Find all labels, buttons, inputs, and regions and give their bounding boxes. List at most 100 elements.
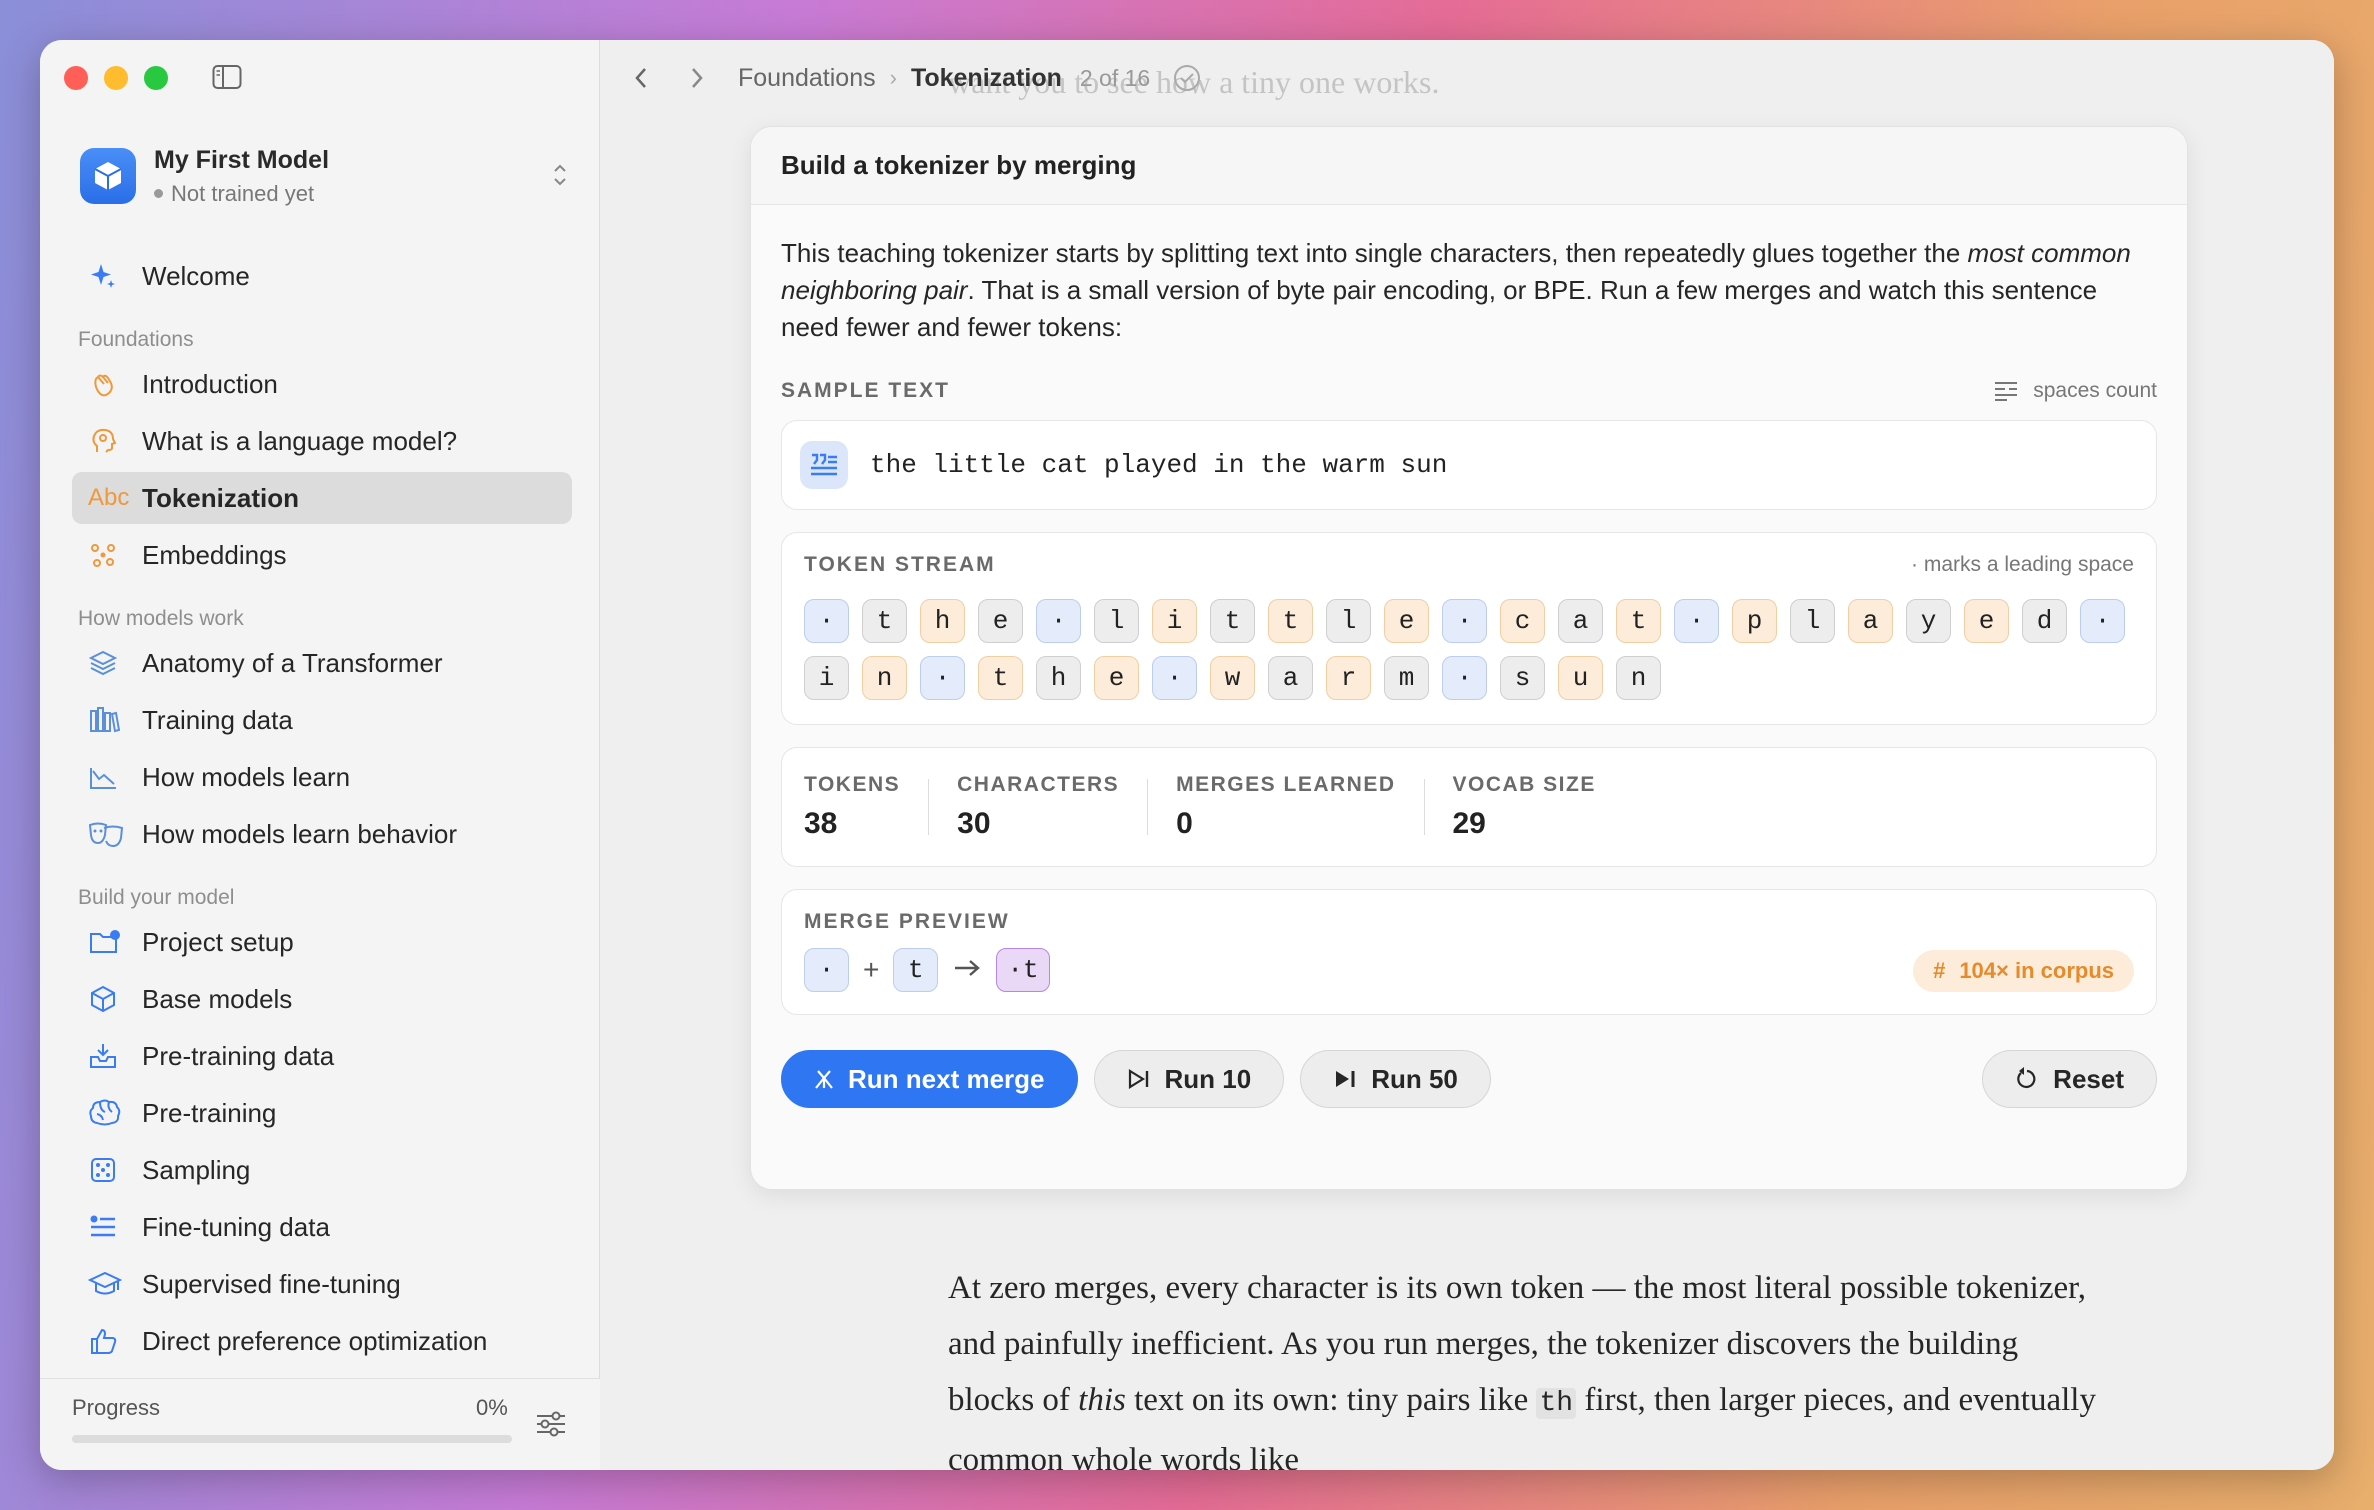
spaces-count-toggle[interactable]: spaces count [1993, 379, 2157, 403]
tray-download-icon [88, 1038, 128, 1074]
token-chip: c [1500, 599, 1545, 643]
hash-icon: # [1933, 958, 1946, 983]
sidebar-item-how-models-learn[interactable]: How models learn [72, 751, 572, 803]
intro-part: This teaching tokenizer starts by splitt… [781, 238, 1968, 268]
sidebar-nav: Welcome Foundations Introduction What is… [72, 250, 572, 1372]
token-chip: · [1152, 656, 1197, 700]
stats-panel: TOKENS 38 CHARACTERS 30 MERGES LEARNED 0 VO… [781, 747, 2157, 867]
token-stream-panel: TOKEN STREAM · marks a leading space · t h… [781, 532, 2157, 725]
token-chip: n [1616, 656, 1661, 700]
token-chip: h [1036, 656, 1081, 700]
stat-label: TOKENS [804, 773, 901, 796]
token-chip: l [1790, 599, 1835, 643]
cube-icon [80, 148, 136, 204]
token-stream-label: TOKEN STREAM [804, 553, 996, 576]
forward-button[interactable] [682, 63, 712, 93]
sidebar-item-supervised-fine-tuning[interactable]: Supervised fine-tuning [72, 1258, 572, 1310]
sidebar-item-tokenization[interactable]: Abc Tokenization [72, 472, 572, 524]
sidebar-item-label: Embeddings [142, 539, 287, 570]
sidebar-item-pre-training-data[interactable]: Pre-training data [72, 1030, 572, 1082]
sidebar-item-project-setup[interactable]: Project setup [72, 916, 572, 968]
sidebar-item-what-is-a-language-model[interactable]: What is a language model? [72, 415, 572, 467]
card-title: Build a tokenizer by merging [751, 127, 2187, 205]
section-label-foundations: Foundations [78, 328, 194, 351]
masks-icon [88, 816, 128, 852]
sidebar-toggle-icon[interactable] [212, 64, 242, 90]
token-chip: · [1442, 599, 1487, 643]
token-chip: e [1384, 599, 1429, 643]
token-chip: t [1210, 599, 1255, 643]
sidebar-item-training-data[interactable]: Training data [72, 694, 572, 746]
corpus-frequency-text: 104× in corpus [1959, 958, 2114, 983]
thumbs-up-icon [88, 1323, 128, 1359]
sidebar-item-how-models-learn-behavior[interactable]: How models learn behavior [72, 808, 572, 860]
close-window-button[interactable] [64, 66, 88, 90]
dice-icon [88, 1152, 128, 1188]
run-10-button[interactable]: Run 10 [1093, 1050, 1285, 1108]
inline-code: th [1536, 1388, 1577, 1419]
button-label: Run next merge [848, 1063, 1045, 1094]
sidebar-item-label: How models learn [142, 761, 351, 792]
project-status: Not trained yet [154, 181, 329, 207]
head-icon [88, 423, 128, 459]
books-icon [88, 702, 128, 738]
breadcrumb-parent[interactable]: Foundations [738, 64, 876, 93]
section-label-how-models-work: How models work [78, 607, 244, 630]
project-name: My First Model [154, 145, 330, 174]
stat-merges-learned: MERGES LEARNED 0 [1176, 773, 1395, 841]
token-chip: h [920, 599, 965, 643]
sidebar-item-label: Supervised fine-tuning [142, 1268, 401, 1299]
sidebar-item-direct-preference-optimization[interactable]: Direct preference optimization [72, 1315, 572, 1367]
token-stream-hint: · marks a leading space [1911, 553, 2134, 576]
intro-text: This teaching tokenizer starts by splitt… [781, 235, 2157, 346]
back-button[interactable] [626, 63, 656, 93]
sidebar-item-label: Training data [142, 704, 293, 735]
run-50-button[interactable]: Run 50 [1300, 1050, 1491, 1108]
sidebar-item-label: What is a language model? [142, 425, 458, 456]
token-chip: · [2080, 599, 2125, 643]
token-chip: d [2022, 599, 2067, 643]
minimize-window-button[interactable] [104, 66, 128, 90]
sample-text-field[interactable]: the little cat played in the warm sun [781, 420, 2157, 510]
chevron-right-icon [692, 68, 703, 88]
stat-vocab-size: VOCAB SIZE 29 [1453, 773, 1596, 841]
corpus-frequency-badge: #104× in corpus [1913, 950, 2134, 992]
token-chip: w [1210, 656, 1255, 700]
toolbar: Foundations › Tokenization 2 of 16 [600, 40, 2334, 116]
sidebar-item-sampling[interactable]: Sampling [72, 1144, 572, 1196]
token-chip: · [1442, 656, 1487, 700]
stat-characters: CHARACTERS 30 [957, 773, 1119, 841]
token-chip: i [804, 656, 849, 700]
sidebar-item-label: Pre-training data [142, 1040, 335, 1071]
token-chip: p [1732, 599, 1777, 643]
token-chip: · [920, 656, 965, 700]
layers-icon [88, 645, 128, 681]
sidebar-item-welcome[interactable]: Welcome [72, 250, 572, 302]
sidebar-item-embeddings[interactable]: Embeddings [72, 529, 572, 581]
zoom-window-button[interactable] [144, 66, 168, 90]
stat-label: CHARACTERS [957, 773, 1120, 796]
sidebar-item-label: Introduction [142, 368, 278, 399]
chevron-left-icon [635, 68, 646, 88]
merge-icon [815, 1070, 833, 1089]
sidebar-item-fine-tuning-data[interactable]: Fine-tuning data [72, 1201, 572, 1253]
sidebar-item-pre-training[interactable]: Pre-training [72, 1087, 572, 1139]
sidebar-item-label: Fine-tuning data [142, 1211, 330, 1242]
sliders-icon[interactable] [534, 1409, 568, 1439]
sidebar-item-introduction[interactable]: Introduction [72, 358, 572, 410]
sidebar-item-label: Base models [142, 983, 293, 1014]
token-chip: t [1268, 599, 1313, 643]
token-list: · t h e · l i t t l e · c a t · p l a y e d · i n · t h e · w a r m · s u n [804, 589, 2134, 724]
checklist-icon [88, 1209, 128, 1245]
sidebar-item-base-models[interactable]: Base models [72, 973, 572, 1025]
intro-part: . That is a small version of byte pair e… [781, 275, 2098, 342]
sidebar-item-anatomy-of-a-transformer[interactable]: Anatomy of a Transformer [72, 637, 572, 689]
run-next-merge-button[interactable]: Run next merge [781, 1050, 1078, 1108]
progress-percent: 0% [476, 1395, 508, 1420]
reset-button[interactable]: Reset [1982, 1050, 2157, 1108]
stat-tokens: TOKENS 38 [804, 773, 900, 841]
project-switcher[interactable]: My First Model Not trained yet [80, 140, 570, 212]
check-circle-icon[interactable] [1172, 63, 1202, 93]
app-window: My First Model Not trained yet Welcome F… [40, 40, 2334, 1470]
sidebar-item-label: Direct preference optimization [142, 1325, 488, 1356]
